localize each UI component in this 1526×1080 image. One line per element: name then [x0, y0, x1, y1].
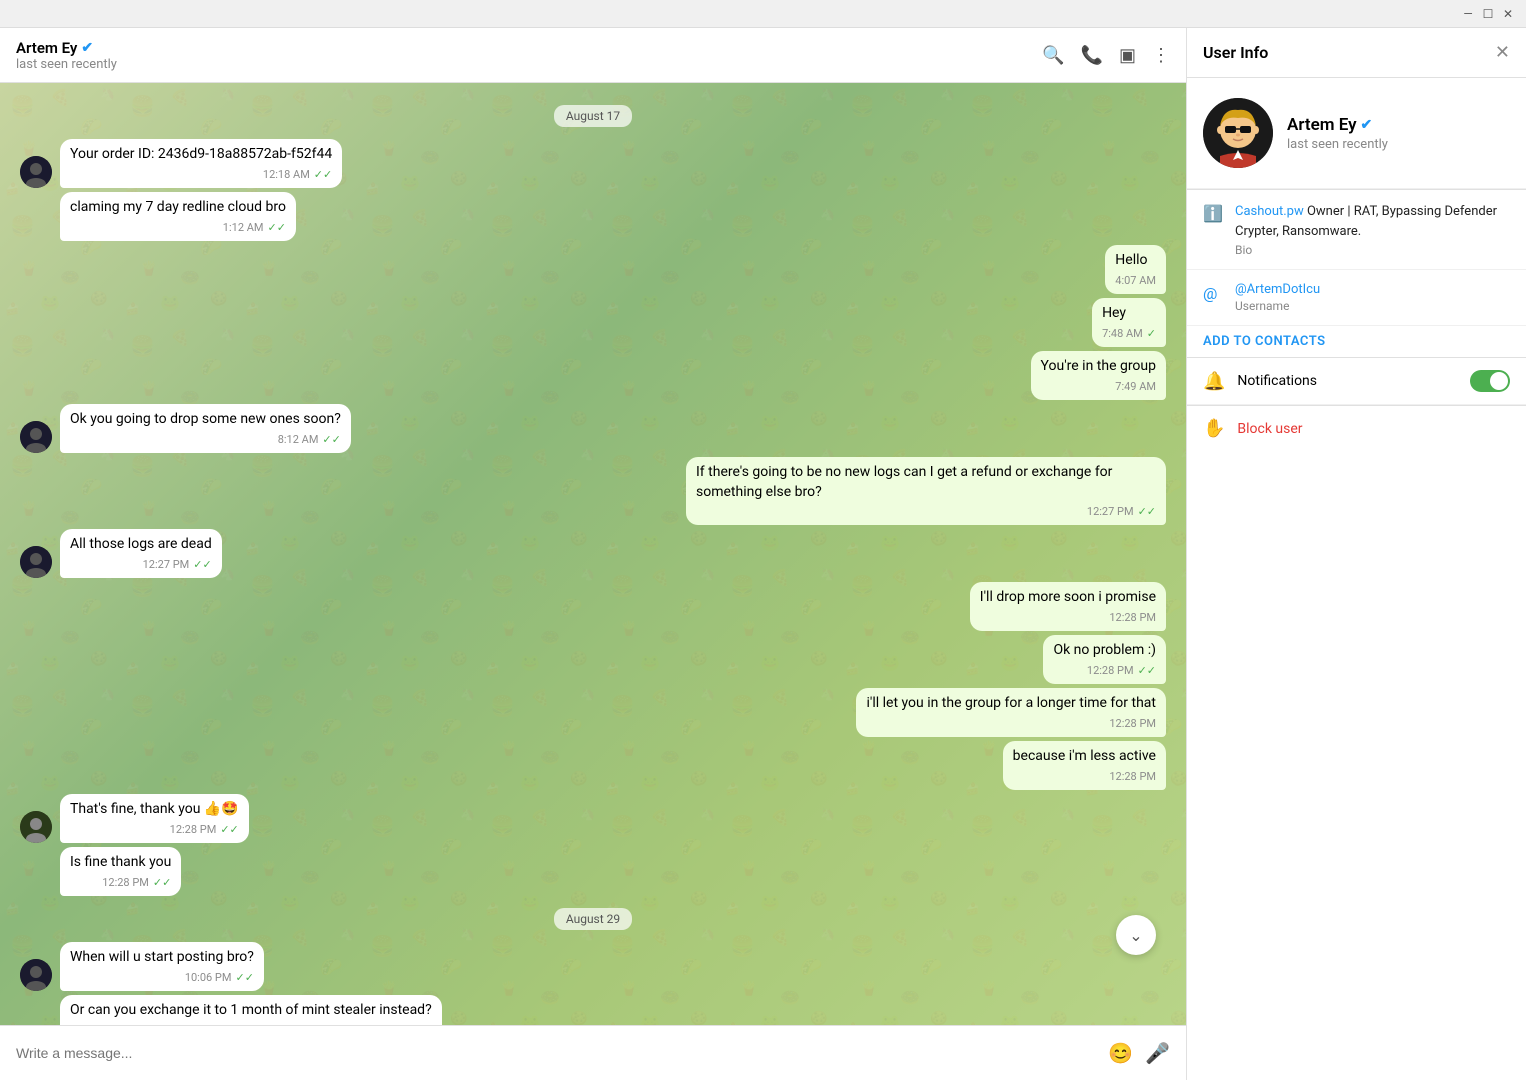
notifications-label: Notifications — [1237, 373, 1317, 389]
close-button[interactable]: ✕ — [1498, 4, 1518, 24]
username-icon: @ — [1203, 284, 1223, 304]
message-row: claming my 7 day redline cloud bro 1:12 … — [20, 192, 1166, 241]
avatar — [20, 156, 52, 188]
messages-wrapper: August 17 Your order ID: 2436d9-18a88572… — [0, 83, 1186, 1025]
message-input[interactable] — [16, 1045, 1096, 1061]
bio-label: Bio — [1235, 243, 1510, 257]
message-row: I'll drop more soon i promise 12:28 PM — [20, 582, 1166, 631]
info-icon: ℹ️ — [1203, 204, 1223, 224]
username-content: @ArtemDotIcu Username — [1235, 282, 1510, 313]
chat-contact-status: last seen recently — [16, 57, 117, 72]
message-row: Hello 4:07 AM — [20, 245, 1166, 294]
avatar — [20, 959, 52, 991]
message-bubble: Your order ID: 2436d9-18a88572ab-f52f44 … — [60, 139, 342, 188]
chat-messages-container: 🍔 🍕 🌮 🍟 🍩 🍪 🍰 🐸 🦄 — [0, 83, 1186, 1025]
message-bubble: because i'm less active 12:28 PM — [1003, 741, 1166, 790]
message-row: When will u start posting bro? 10:06 PM … — [20, 942, 1166, 991]
chat-header: Artem Ey ✔ last seen recently 🔍 📞 ▣ ⋮ — [0, 28, 1186, 83]
chat-header-actions: 🔍 📞 ▣ ⋮ — [1042, 45, 1170, 66]
scroll-to-bottom-button[interactable]: ⌄ — [1116, 915, 1156, 955]
minimize-button[interactable]: — — [1458, 4, 1478, 24]
profile-status: last seen recently — [1287, 137, 1388, 152]
bio-section: ℹ️ Cashout.pw Owner | RAT, Bypassing Def… — [1187, 190, 1526, 270]
message-bubble: Is fine thank you 12:28 PM ✓✓ — [60, 847, 181, 896]
message-bubble: If there's going to be no new logs can I… — [686, 457, 1166, 526]
bio-text: Cashout.pw Owner | RAT, Bypassing Defend… — [1235, 202, 1510, 241]
message-row: Ok no problem :) 12:28 PM ✓✓ — [20, 635, 1166, 684]
verified-badge: ✔ — [81, 40, 93, 56]
panel-header: User Info ✕ — [1187, 28, 1526, 78]
chat-contact-name: Artem Ey ✔ — [16, 39, 117, 57]
message-bubble: All those logs are dead 12:27 PM ✓✓ — [60, 529, 222, 578]
more-options-icon[interactable]: ⋮ — [1152, 45, 1170, 66]
avatar — [20, 421, 52, 453]
profile-avatar — [1203, 98, 1273, 168]
message-row: You're in the group 7:49 AM — [20, 351, 1166, 400]
message-bubble: When will u start posting bro? 10:06 PM … — [60, 942, 264, 991]
main-container: Artem Ey ✔ last seen recently 🔍 📞 ▣ ⋮ — [0, 28, 1526, 1080]
avatar — [20, 811, 52, 843]
notifications-toggle[interactable] — [1470, 370, 1510, 392]
message-row: Is fine thank you 12:28 PM ✓✓ — [20, 847, 1166, 896]
message-bubble: That's fine, thank you 👍🤩 12:28 PM ✓✓ — [60, 794, 249, 843]
phone-icon[interactable]: 📞 — [1081, 45, 1103, 66]
message-row: All those logs are dead 12:27 PM ✓✓ — [20, 529, 1166, 578]
profile-verified-badge: ✔ — [1361, 117, 1373, 133]
avatar — [20, 546, 52, 578]
emoji-icon[interactable]: 😊 — [1108, 1041, 1133, 1065]
notifications-left: 🔔 Notifications — [1203, 371, 1317, 392]
message-bubble: Hey 7:48 AM ✓ — [1092, 298, 1166, 347]
date-divider-aug29: August 29 — [20, 908, 1166, 930]
microphone-icon[interactable]: 🎤 — [1145, 1041, 1170, 1065]
add-to-contacts-button[interactable]: ADD TO CONTACTS — [1187, 326, 1526, 357]
message-row: Ok you going to drop some new ones soon?… — [20, 404, 1166, 453]
avatar-placeholder — [20, 864, 52, 896]
message-bubble: I'll drop more soon i promise 12:28 PM — [970, 582, 1166, 631]
profile-info: Artem Ey ✔ last seen recently — [1287, 115, 1388, 152]
block-user-label: Block user — [1237, 421, 1302, 437]
username-label: Username — [1235, 299, 1510, 313]
profile-name: Artem Ey ✔ — [1287, 115, 1388, 135]
panel-title: User Info — [1203, 43, 1268, 62]
message-bubble: i'll let you in the group for a longer t… — [856, 688, 1166, 737]
chat-input-area: 😊 🎤 — [0, 1025, 1186, 1080]
message-row: If there's going to be no new logs can I… — [20, 457, 1166, 526]
message-row: Hey 7:48 AM ✓ — [20, 298, 1166, 347]
avatar-placeholder — [20, 209, 52, 241]
avatar-placeholder — [20, 1012, 52, 1025]
bio-link[interactable]: Cashout.pw — [1235, 204, 1304, 219]
message-row: because i'm less active 12:28 PM — [20, 741, 1166, 790]
message-bubble: Ok no problem :) 12:28 PM ✓✓ — [1043, 635, 1166, 684]
notifications-section: 🔔 Notifications — [1187, 358, 1526, 405]
profile-section: Artem Ey ✔ last seen recently — [1187, 78, 1526, 189]
username-text: @ArtemDotIcu — [1235, 282, 1510, 297]
username-section: @ @ArtemDotIcu Username — [1187, 270, 1526, 326]
message-bubble: Hello 4:07 AM — [1105, 245, 1166, 294]
message-bubble: Or can you exchange it to 1 month of min… — [60, 995, 442, 1025]
bio-content: Cashout.pw Owner | RAT, Bypassing Defend… — [1235, 202, 1510, 257]
message-bubble: Ok you going to drop some new ones soon?… — [60, 404, 351, 453]
title-bar: — ☐ ✕ — [0, 0, 1526, 28]
date-divider-aug17: August 17 — [20, 105, 1166, 127]
message-row: Or can you exchange it to 1 month of min… — [20, 995, 1166, 1025]
chat-header-left: Artem Ey ✔ last seen recently — [16, 39, 117, 72]
maximize-button[interactable]: ☐ — [1478, 4, 1498, 24]
message-bubble: You're in the group 7:49 AM — [1031, 351, 1166, 400]
panel-close-button[interactable]: ✕ — [1495, 42, 1510, 63]
message-row: i'll let you in the group for a longer t… — [20, 688, 1166, 737]
block-user-section[interactable]: ✋ Block user — [1187, 406, 1526, 451]
message-row: Your order ID: 2436d9-18a88572ab-f52f44 … — [20, 139, 1166, 188]
chat-area: Artem Ey ✔ last seen recently 🔍 📞 ▣ ⋮ — [0, 28, 1186, 1080]
search-icon[interactable]: 🔍 — [1042, 45, 1064, 66]
layout-icon[interactable]: ▣ — [1119, 45, 1136, 66]
user-info-panel: User Info ✕ — [1186, 28, 1526, 1080]
message-row: That's fine, thank you 👍🤩 12:28 PM ✓✓ — [20, 794, 1166, 843]
message-bubble: claming my 7 day redline cloud bro 1:12 … — [60, 192, 296, 241]
bell-icon: 🔔 — [1203, 371, 1225, 392]
block-icon: ✋ — [1203, 418, 1225, 439]
